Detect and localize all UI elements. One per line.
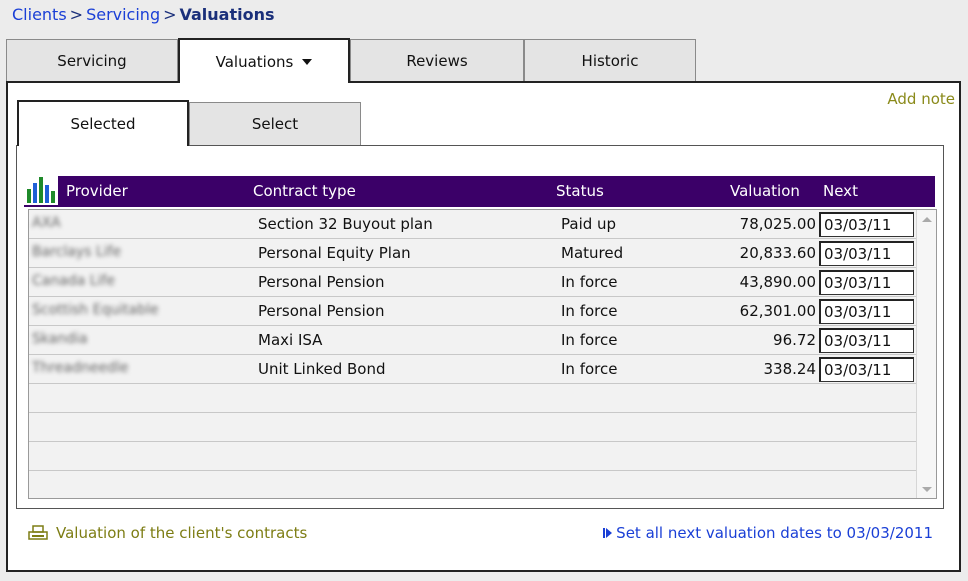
column-header-valuation[interactable]: Valuation xyxy=(730,182,800,200)
status-cell: Matured xyxy=(561,244,624,262)
valuations-panel: Add note Selected Select Provider Contra… xyxy=(6,81,961,572)
contract-type-cell: Maxi ISA xyxy=(258,331,323,349)
valuation-cell: 78,025.00 xyxy=(739,215,816,233)
status-cell: In force xyxy=(561,302,618,320)
breadcrumb-link-clients[interactable]: Clients xyxy=(12,5,67,24)
provider-cell: Threadneedle xyxy=(32,360,129,376)
breadcrumb: Clients > Servicing > Valuations xyxy=(12,5,275,24)
column-header-next[interactable]: Next xyxy=(823,182,858,200)
valuation-cell: 43,890.00 xyxy=(739,273,816,291)
breadcrumb-separator: > xyxy=(163,5,177,24)
breadcrumb-separator: > xyxy=(69,5,84,24)
bar-chart-icon xyxy=(24,173,58,205)
next-date-field[interactable]: 03/03/11 xyxy=(819,270,914,295)
valuation-report-label: Valuation of the client's contracts xyxy=(56,524,308,542)
set-all-dates-label: Set all next valuation dates to 03/03/20… xyxy=(616,524,933,542)
contract-type-cell: Unit Linked Bond xyxy=(258,360,386,378)
status-cell: In force xyxy=(561,360,618,378)
table-row[interactable]: Threadneedle Unit Linked Bond In force 3… xyxy=(29,355,916,384)
valuation-report-link[interactable]: Valuation of the client's contracts xyxy=(28,524,307,542)
provider-cell: Scottish Equitable xyxy=(32,302,159,318)
status-cell: In force xyxy=(561,331,618,349)
valuation-cell: 20,833.60 xyxy=(739,244,816,262)
next-date-field[interactable]: 03/03/11 xyxy=(819,328,914,353)
tab-selected[interactable]: Selected xyxy=(17,100,189,146)
table-row[interactable]: AXA Section 32 Buyout plan Paid up 78,02… xyxy=(29,210,916,239)
tab-valuations[interactable]: Valuations xyxy=(178,38,350,83)
empty-row xyxy=(29,442,916,471)
table-row[interactable]: Canada Life Personal Pension In force 43… xyxy=(29,268,916,297)
contract-type-cell: Personal Pension xyxy=(258,273,385,291)
provider-cell: Barclays Life xyxy=(32,244,122,260)
contract-type-cell: Section 32 Buyout plan xyxy=(258,215,433,233)
tab-label: Servicing xyxy=(57,52,127,70)
contract-type-cell: Personal Equity Plan xyxy=(258,244,411,262)
empty-row xyxy=(29,384,916,413)
contracts-panel: Provider Contract type Status Valuation … xyxy=(16,145,944,509)
next-date-field[interactable]: 03/03/11 xyxy=(819,212,914,237)
grid-header: Provider Contract type Status Valuation … xyxy=(24,173,935,207)
skip-arrow-icon xyxy=(603,528,606,538)
sub-tabs: Selected Select xyxy=(17,100,361,146)
valuation-cell: 338.24 xyxy=(763,360,817,378)
column-header-provider[interactable]: Provider xyxy=(66,182,128,200)
column-header-contract-type[interactable]: Contract type xyxy=(253,182,356,200)
next-date-field[interactable]: 03/03/11 xyxy=(819,299,914,324)
chevron-down-icon[interactable] xyxy=(302,58,313,65)
valuation-cell: 62,301.00 xyxy=(739,302,816,320)
contract-type-cell: Personal Pension xyxy=(258,302,385,320)
printer-icon xyxy=(28,525,48,540)
tab-servicing[interactable]: Servicing xyxy=(6,39,178,82)
breadcrumb-link-servicing[interactable]: Servicing xyxy=(86,5,160,24)
tab-reviews[interactable]: Reviews xyxy=(350,39,524,82)
tab-label: Reviews xyxy=(406,52,468,70)
valuation-cell: 96.72 xyxy=(773,331,816,349)
breadcrumb-current: Valuations xyxy=(179,5,275,24)
tab-historic[interactable]: Historic xyxy=(524,39,696,82)
tab-label: Select xyxy=(251,115,299,133)
scroll-up-button[interactable] xyxy=(919,211,935,227)
add-note-link[interactable]: Add note xyxy=(887,90,955,108)
status-cell: Paid up xyxy=(561,215,617,233)
table-row[interactable]: Skandia Maxi ISA In force 96.72 03/03/11 xyxy=(29,326,916,355)
triangle-up-icon xyxy=(922,216,932,222)
tab-label: Historic xyxy=(581,52,639,70)
provider-cell: Skandia xyxy=(32,331,88,347)
tab-label: Valuations xyxy=(215,52,294,71)
triangle-down-icon xyxy=(922,486,932,492)
tab-select[interactable]: Select xyxy=(189,102,361,145)
main-tabs: Servicing Valuations Reviews Historic xyxy=(6,38,696,83)
set-all-dates-link[interactable]: Set all next valuation dates to 03/03/20… xyxy=(603,524,933,542)
empty-row xyxy=(29,413,916,442)
contracts-grid: AXA Section 32 Buyout plan Paid up 78,02… xyxy=(28,209,937,499)
next-date-field[interactable]: 03/03/11 xyxy=(819,357,914,382)
provider-cell: AXA xyxy=(32,215,61,231)
table-row[interactable]: Barclays Life Personal Equity Plan Matur… xyxy=(29,239,916,268)
scroll-down-button[interactable] xyxy=(919,481,935,497)
vertical-scrollbar[interactable] xyxy=(916,210,936,498)
table-row[interactable]: Scottish Equitable Personal Pension In f… xyxy=(29,297,916,326)
tab-label: Selected xyxy=(70,115,136,133)
next-date-field[interactable]: 03/03/11 xyxy=(819,241,914,266)
provider-cell: Canada Life xyxy=(32,273,115,289)
skip-arrow-icon xyxy=(606,528,613,538)
status-cell: In force xyxy=(561,273,618,291)
column-header-status[interactable]: Status xyxy=(556,182,604,200)
